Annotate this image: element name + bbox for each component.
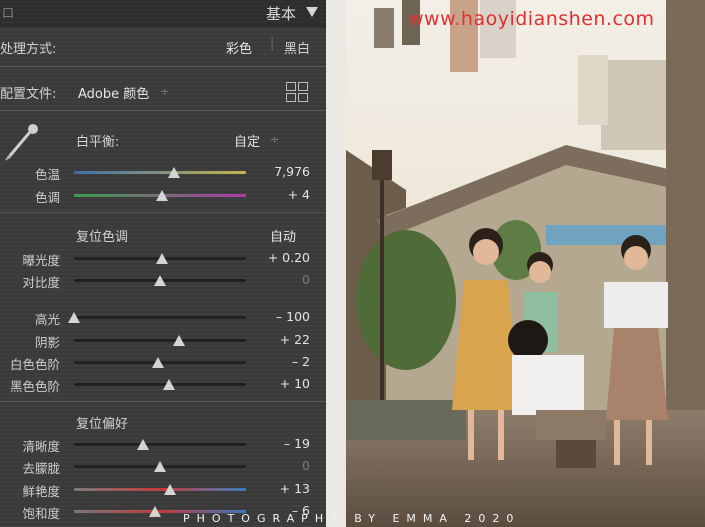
reset-presence-label[interactable]: 复位偏好 [76, 413, 128, 432]
temp-slider-track[interactable] [74, 171, 246, 174]
panel-gutter [326, 0, 346, 527]
tone-label-5: 黑色色阶 [10, 379, 61, 394]
basic-develop-panel: 口 基本 处理方式: 彩色 | 黑白 配置文件: Adobe 颜色 ÷ 白平衡:… [0, 0, 326, 527]
tone-value-5[interactable]: + 10 [250, 376, 310, 391]
panel-title: 基本 [265, 5, 296, 23]
profile-arrow[interactable]: ÷ [160, 85, 169, 98]
treatment-color-button[interactable]: 彩色 [226, 38, 252, 57]
white-balance-dropper-icon[interactable] [2, 120, 42, 164]
separator [0, 212, 326, 213]
temp-label: 色温 [34, 167, 60, 182]
profile-select[interactable]: Adobe 颜色 [78, 83, 149, 102]
presence-label-2: 鲜艳度 [22, 484, 60, 499]
tone-label-0: 曝光度 [22, 253, 60, 268]
presence-value-0[interactable]: – 19 [250, 436, 310, 451]
tone-value-1[interactable]: 0 [250, 272, 310, 287]
tone-slider-thumb-5[interactable] [162, 379, 175, 390]
tone-slider-track-2[interactable] [74, 316, 246, 319]
tone-slider-track-3[interactable] [74, 339, 246, 342]
temp-slider-thumb[interactable] [167, 167, 180, 178]
presence-slider-thumb-0[interactable] [136, 439, 149, 450]
tone-value-2[interactable]: – 100 [250, 309, 310, 324]
preview-photo [346, 0, 705, 527]
panel-corner-glyph: 口 [2, 6, 15, 20]
white-balance-select[interactable]: 自定 [234, 131, 260, 150]
tint-value[interactable]: + 4 [250, 187, 310, 202]
separator [0, 110, 326, 111]
tone-slider-thumb-2[interactable] [68, 312, 80, 323]
tone-slider-thumb-1[interactable] [154, 275, 166, 286]
presence-label-1: 去朦胧 [22, 461, 60, 476]
panel-header[interactable]: 口 基本 [0, 0, 326, 27]
white-balance-arrow[interactable]: ÷ [270, 133, 279, 146]
profile-label: 配置文件: [0, 87, 57, 102]
tone-slider-thumb-3[interactable] [172, 335, 185, 346]
treatment-bw-button[interactable]: 黑白 [284, 38, 310, 57]
presence-value-2[interactable]: + 13 [250, 481, 310, 496]
presence-slider-thumb-2[interactable] [164, 484, 177, 495]
photo-credit: PHOTOGRAPHY BY EMMA 2020 [183, 512, 521, 525]
tone-slider-thumb-4[interactable] [152, 357, 165, 368]
photo-scene [346, 0, 705, 527]
presence-slider-thumb-1[interactable] [154, 461, 166, 472]
separator [0, 66, 326, 67]
auto-tone-button[interactable]: 自动 [270, 226, 296, 245]
tone-label-2: 高光 [34, 312, 60, 327]
treatment-separator: | [270, 36, 275, 51]
presence-label-0: 清晰度 [22, 439, 60, 454]
tone-label-4: 白色色阶 [10, 357, 61, 372]
tint-slider-thumb[interactable] [155, 190, 168, 201]
tone-slider-thumb-0[interactable] [155, 253, 168, 264]
presence-value-1[interactable]: 0 [250, 458, 310, 473]
tone-label-3: 阴影 [34, 335, 60, 350]
presence-label-3: 饱和度 [22, 506, 60, 521]
treatment-label: 处理方式: [0, 42, 57, 57]
collapse-triangle-icon[interactable] [306, 7, 318, 17]
presence-slider-track-0[interactable] [74, 443, 246, 446]
tone-value-3[interactable]: + 22 [250, 332, 310, 347]
reset-tone-label[interactable]: 复位色调 [76, 226, 128, 245]
tone-value-4[interactable]: – 2 [250, 354, 310, 369]
presence-slider-thumb-3[interactable] [148, 506, 161, 517]
tone-value-0[interactable]: + 0.20 [250, 250, 310, 265]
watermark-text: www.haoyidianshen.com [408, 8, 655, 30]
presence-slider-track-2[interactable] [74, 488, 246, 491]
tone-label-1: 对比度 [22, 275, 60, 290]
tint-label: 色调 [34, 190, 60, 205]
separator [0, 401, 326, 402]
white-balance-label: 白平衡: [76, 135, 120, 150]
profile-browser-grid-icon[interactable] [286, 82, 308, 102]
temp-value[interactable]: 7,976 [250, 164, 310, 179]
tone-slider-track-5[interactable] [74, 383, 246, 386]
